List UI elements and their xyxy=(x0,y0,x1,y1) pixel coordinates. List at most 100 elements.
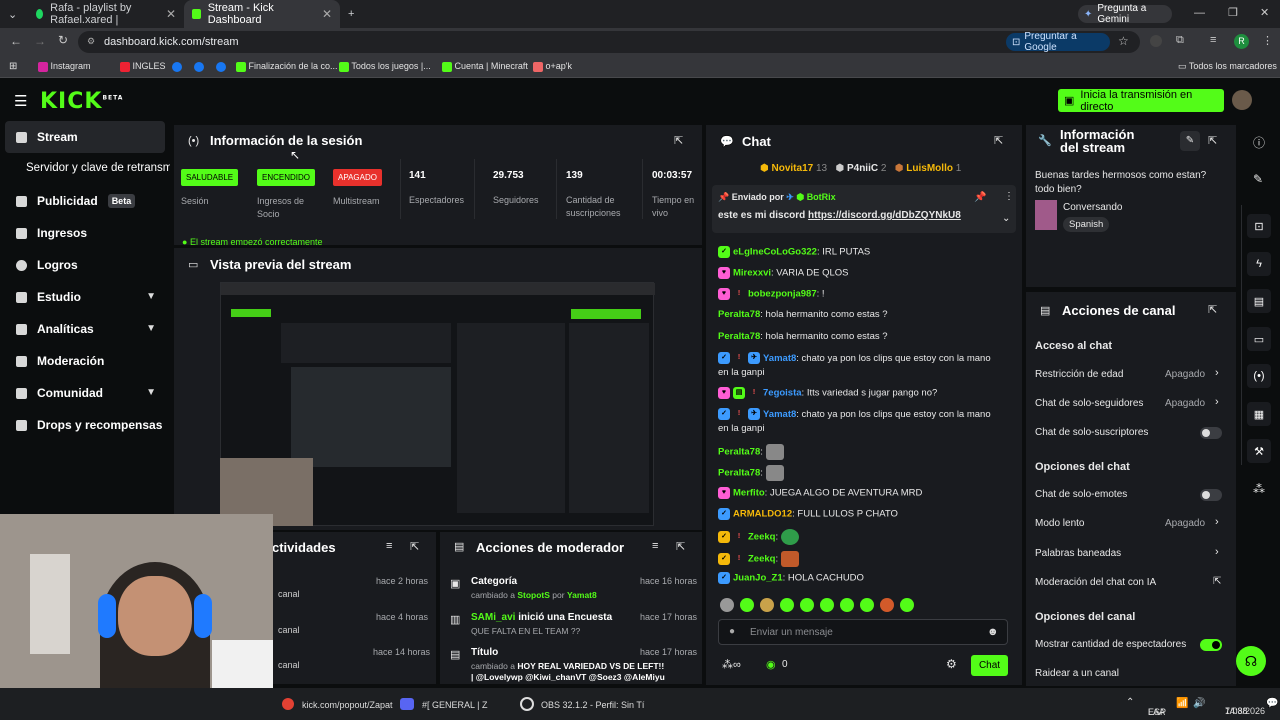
emoji-icon[interactable]: ☻ xyxy=(987,626,999,638)
lightning-icon[interactable]: ϟ xyxy=(1247,252,1271,276)
popout-icon[interactable]: ⇱ xyxy=(674,134,683,147)
user-avatar[interactable] xyxy=(1232,90,1252,110)
followers-icon[interactable]: ⁂∞ xyxy=(722,658,741,671)
filter-icon[interactable]: ≡ xyxy=(386,540,392,552)
discord-link[interactable]: https://discord.gg/dDbZQYNkU8 xyxy=(808,210,961,221)
site-info-icon[interactable]: ⚙ xyxy=(87,36,95,47)
go-live-button[interactable]: ▣ Inicia la transmisión en directo xyxy=(1058,89,1224,113)
close-icon[interactable]: ✕ xyxy=(166,7,176,21)
maximize-icon[interactable]: ❐ xyxy=(1228,6,1238,19)
all-bookmarks[interactable]: ▭ Todos los marcadores xyxy=(1178,61,1277,72)
star-icon[interactable]: ☆ xyxy=(1118,34,1129,48)
chat-icon[interactable]: ▭ xyxy=(1247,327,1271,351)
chat-input[interactable]: ● Enviar un mensaje ☻ xyxy=(718,619,1008,645)
pin-icon[interactable]: 📌 xyxy=(974,192,986,203)
chevron-down-icon[interactable]: ▼ xyxy=(146,387,156,398)
menu-icon[interactable]: ⋮ xyxy=(1262,34,1273,47)
more-icon[interactable]: ⋮ xyxy=(1004,191,1014,202)
sidebar-item-server-key[interactable]: Servidor y clave de retransmi xyxy=(26,162,170,174)
profile-avatar[interactable]: R xyxy=(1234,34,1249,49)
emote-bar[interactable] xyxy=(720,598,920,617)
send-chat-button[interactable]: Chat xyxy=(971,655,1008,676)
bookmark-oapk[interactable]: o+ap'k xyxy=(533,61,572,72)
sidebar-item-stream[interactable]: Stream xyxy=(16,130,166,144)
ask-google-button[interactable]: ⊡ Preguntar a Google xyxy=(1006,31,1110,53)
bookmark-finalizacion[interactable]: Finalización de la co... xyxy=(236,61,338,72)
chevron-right-icon[interactable]: › xyxy=(1215,367,1219,379)
edit-icon[interactable]: ✎ xyxy=(1253,172,1263,186)
gemini-button[interactable]: ✦ Pregunta a Gemini xyxy=(1078,3,1172,25)
taskbar-item[interactable]: #[ GENERAL | Z xyxy=(422,700,488,710)
volume-icon[interactable]: 🔊 xyxy=(1193,698,1205,709)
popout-icon[interactable]: ⇱ xyxy=(1208,134,1217,147)
ai-moderation-row[interactable]: Moderación del chat con IA xyxy=(1035,577,1156,588)
chevron-down-icon[interactable]: ▼ xyxy=(146,323,156,334)
bookmark-ingles[interactable]: INGLES xyxy=(120,61,166,72)
chevron-down-icon[interactable]: ▼ xyxy=(146,291,156,302)
kick-logo[interactable]: KICKBETA xyxy=(40,89,123,114)
popout-icon[interactable]: ⇱ xyxy=(676,540,685,553)
community-icon[interactable]: ⁂ xyxy=(1253,482,1265,496)
subs-only-toggle[interactable] xyxy=(1200,427,1222,439)
sidebar-item-ingresos[interactable]: Ingresos xyxy=(16,226,166,240)
sidebar-item-comunidad[interactable]: Comunidad xyxy=(16,386,166,400)
window-close-icon[interactable]: ✕ xyxy=(1260,6,1269,19)
taskbar-item[interactable]: kick.com/popout/Zapat xyxy=(302,700,393,710)
facebook-icon[interactable] xyxy=(194,61,204,72)
sidebar-item-publicidad[interactable]: Publicidad Beta xyxy=(16,194,166,208)
forward-icon[interactable]: → xyxy=(34,34,46,48)
popout-icon[interactable]: ⇱ xyxy=(410,540,419,553)
tab-search-icon[interactable]: ⌄ xyxy=(0,0,28,28)
reload-icon[interactable]: ↻ xyxy=(58,33,68,47)
facebook-icon[interactable] xyxy=(172,61,182,72)
age-restriction-row[interactable]: Restricción de edad xyxy=(1035,369,1123,380)
wifi-icon[interactable]: 📶 xyxy=(1176,698,1188,709)
sidebar-item-moderacion[interactable]: Moderación xyxy=(16,354,166,368)
back-icon[interactable]: ← xyxy=(10,34,22,48)
info-icon[interactable]: ⓘ xyxy=(1253,134,1265,151)
chevron-right-icon[interactable]: › xyxy=(1215,546,1219,558)
url-field[interactable]: ⚙ dashboard.kick.com/stream ⊡ Preguntar a… xyxy=(78,31,1140,53)
banned-words-row[interactable]: Palabras baneadas xyxy=(1035,548,1121,559)
followers-only-row[interactable]: Chat de solo-seguidores xyxy=(1035,398,1143,409)
bookmark-minecraft[interactable]: Cuenta | Minecraft xyxy=(442,61,528,72)
bookmark-instagram[interactable]: Instagram xyxy=(38,61,91,72)
hamburger-icon[interactable]: ☰ xyxy=(14,92,27,110)
chevron-down-icon[interactable]: ⌄ xyxy=(1002,213,1010,224)
minimize-icon[interactable]: — xyxy=(1194,7,1205,19)
layout-icon[interactable]: ▦ xyxy=(1247,402,1271,426)
facebook-icon[interactable] xyxy=(216,61,226,72)
popout-icon[interactable]: ⇱ xyxy=(994,134,1003,147)
clipboard-icon[interactable]: ▤ xyxy=(1247,289,1271,313)
sidebar-item-analiticas[interactable]: Analíticas xyxy=(16,322,166,336)
capture-icon[interactable]: ⊡ xyxy=(1247,214,1271,238)
popout-icon[interactable]: ⇱ xyxy=(1208,303,1217,316)
sidebar-item-drops[interactable]: Drops y recompensas xyxy=(16,418,166,432)
taskbar-item[interactable]: OBS 32.1.2 - Perfil: Sin Tí xyxy=(541,700,644,710)
slow-mode-row[interactable]: Modo lento xyxy=(1035,518,1084,529)
wrench-icon[interactable]: ⚒ xyxy=(1247,439,1271,463)
emotes-only-toggle[interactable] xyxy=(1200,489,1222,501)
chevron-right-icon[interactable]: › xyxy=(1215,396,1219,408)
extensions-icon[interactable]: ⧉ xyxy=(1176,34,1184,47)
bookmark-todos-juegos[interactable]: Todos los juegos |... xyxy=(339,61,431,72)
browser-tab-active[interactable]: Stream - Kick Dashboard ✕ xyxy=(184,0,340,28)
close-icon[interactable]: ✕ xyxy=(322,7,332,21)
external-link-icon[interactable]: ⇱ xyxy=(1213,576,1221,587)
notifications-icon[interactable]: 💬 xyxy=(1266,698,1278,709)
extension-icon[interactable] xyxy=(1150,35,1162,47)
browser-tab[interactable]: Rafa - playlist by Rafael.xared | ✕ xyxy=(28,0,184,28)
sidebar-item-estudio[interactable]: Estudio xyxy=(16,290,166,304)
new-tab-button[interactable]: + xyxy=(340,0,368,28)
apps-icon[interactable]: ⊞ xyxy=(9,61,17,72)
sidebar-item-logros[interactable]: Logros xyxy=(16,258,166,272)
filter-icon[interactable]: ≡ xyxy=(652,540,658,552)
chevron-right-icon[interactable]: › xyxy=(1215,516,1219,528)
support-chat-button[interactable]: ☊ xyxy=(1236,646,1266,676)
show-viewers-toggle[interactable] xyxy=(1200,639,1222,651)
reading-list-icon[interactable]: ≡ xyxy=(1210,34,1216,46)
raid-channel-row[interactable]: Raidear a un canal xyxy=(1035,668,1119,679)
broadcast-icon[interactable]: (•) xyxy=(1247,364,1271,388)
edit-icon[interactable]: ✎ xyxy=(1180,131,1200,151)
tray-arrow-icon[interactable]: ⌃ xyxy=(1126,697,1134,708)
